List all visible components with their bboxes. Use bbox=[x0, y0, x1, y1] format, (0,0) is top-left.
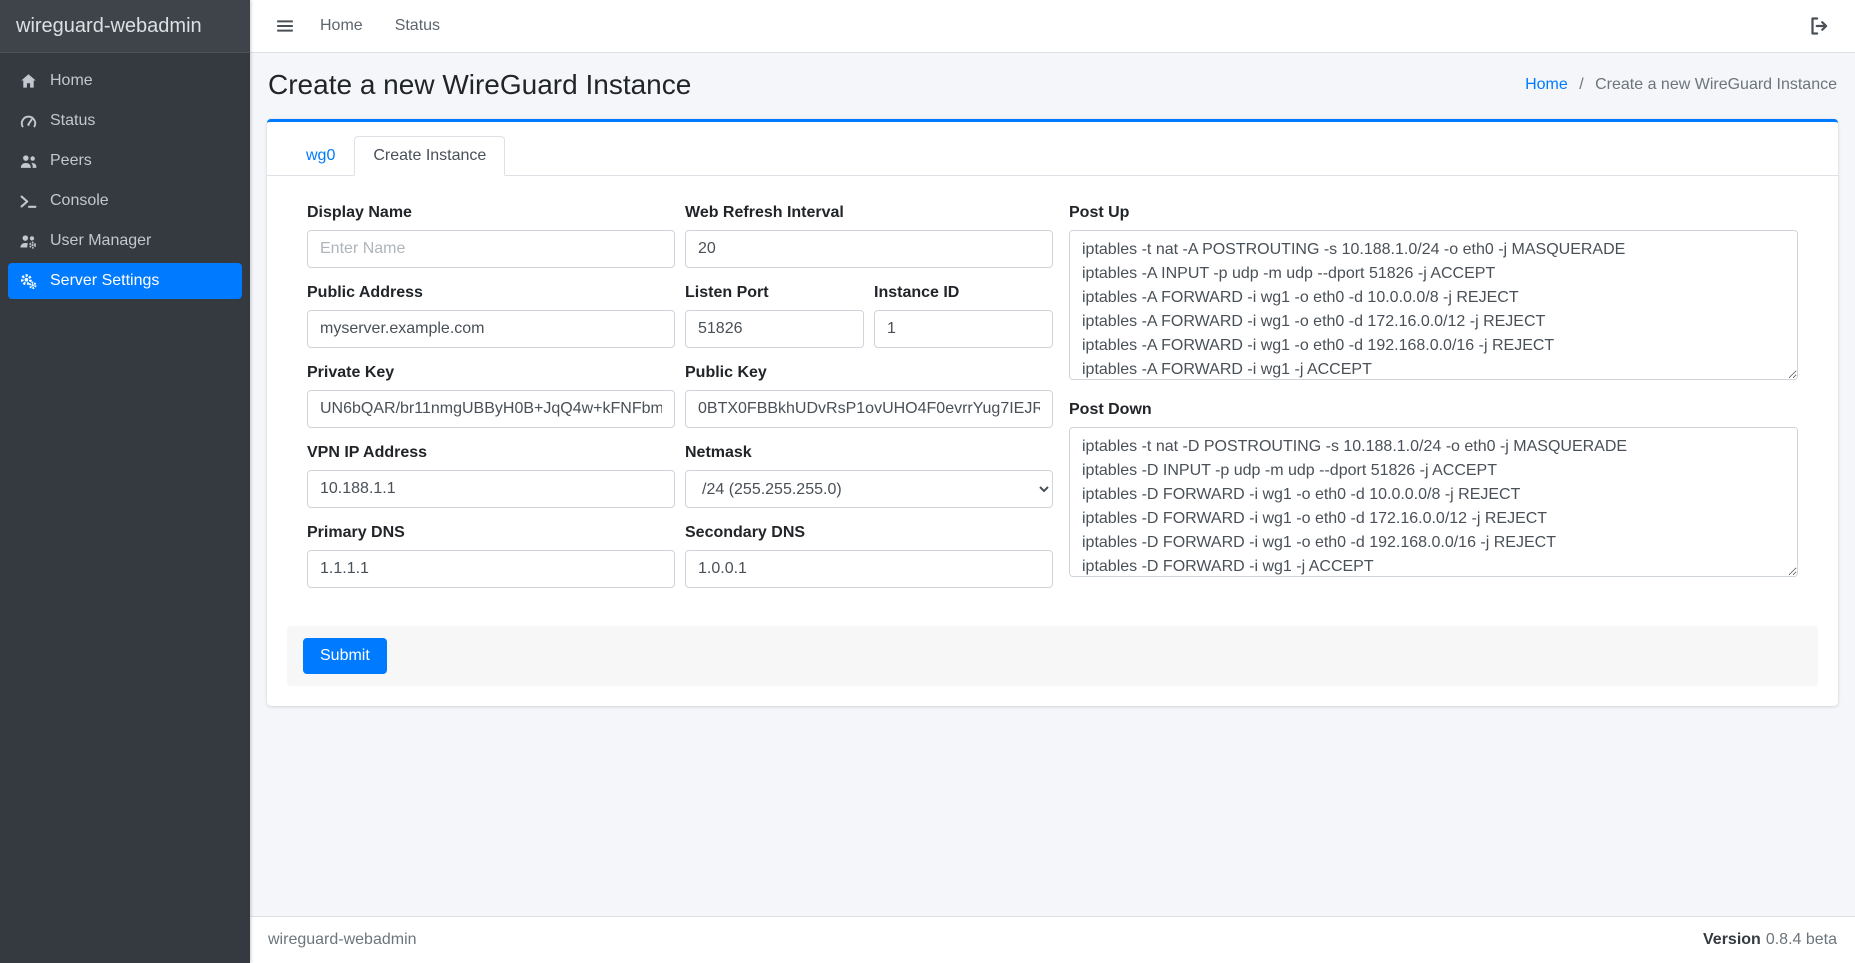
secondary-dns-label: Secondary DNS bbox=[685, 524, 1053, 542]
public-key-label: Public Key bbox=[685, 364, 1053, 382]
top-navbar: Home Status bbox=[250, 0, 1855, 53]
vpn-ip-group: VPN IP Address bbox=[307, 444, 675, 508]
tachometer-icon bbox=[16, 113, 40, 130]
footer-version-label: Version bbox=[1703, 931, 1761, 948]
instance-form: Display Name Web Refresh Interval bbox=[287, 180, 1818, 624]
primary-dns-input[interactable] bbox=[307, 550, 675, 588]
post-up-textarea[interactable]: iptables -t nat -A POSTROUTING -s 10.188… bbox=[1069, 230, 1798, 380]
primary-dns-label: Primary DNS bbox=[307, 524, 675, 542]
public-address-label: Public Address bbox=[307, 284, 675, 302]
port-id-split: Listen Port Instance ID bbox=[685, 284, 1053, 364]
post-down-label: Post Down bbox=[1069, 401, 1798, 419]
sidebar-item-home[interactable]: Home bbox=[8, 63, 242, 99]
sidebar-item-label: User Manager bbox=[50, 232, 151, 250]
listen-port-group: Listen Port bbox=[685, 284, 864, 348]
form-right-column: Post Up iptables -t nat -A POSTROUTING -… bbox=[1069, 204, 1798, 604]
display-name-group: Display Name bbox=[307, 204, 675, 268]
content-header: Create a new WireGuard Instance Home / C… bbox=[250, 53, 1855, 115]
post-down-group: Post Down iptables -t nat -D POSTROUTING… bbox=[1069, 401, 1798, 582]
public-key-group: Public Key bbox=[685, 364, 1053, 428]
sidebar-item-label: Console bbox=[50, 192, 109, 210]
terminal-icon bbox=[16, 193, 40, 210]
web-refresh-interval-label: Web Refresh Interval bbox=[685, 204, 1053, 222]
footer-version: Version 0.8.4 beta bbox=[1703, 931, 1837, 949]
form-footer: Submit bbox=[287, 626, 1818, 686]
instance-tabs: wg0 Create Instance bbox=[267, 122, 1838, 176]
netmask-group: Netmask /24 (255.255.255.0) bbox=[685, 444, 1053, 508]
sidebar-item-user-manager[interactable]: User Manager bbox=[8, 223, 242, 259]
public-address-group: Public Address bbox=[307, 284, 675, 348]
secondary-dns-group: Secondary DNS bbox=[685, 524, 1053, 588]
hamburger-icon bbox=[276, 17, 294, 35]
users-gear-icon bbox=[16, 233, 40, 250]
public-key-input[interactable] bbox=[685, 390, 1053, 428]
private-key-group: Private Key bbox=[307, 364, 675, 428]
sidebar: wireguard-webadmin Home Status Peers bbox=[0, 0, 250, 963]
sidebar-item-peers[interactable]: Peers bbox=[8, 143, 242, 179]
display-name-label: Display Name bbox=[307, 204, 675, 222]
instance-card: wg0 Create Instance Display Name bbox=[267, 119, 1838, 706]
vpn-ip-label: VPN IP Address bbox=[307, 444, 675, 462]
sidebar-item-console[interactable]: Console bbox=[8, 183, 242, 219]
sidebar-item-label: Peers bbox=[50, 152, 92, 170]
web-refresh-interval-input[interactable] bbox=[685, 230, 1053, 268]
sign-out-icon bbox=[1809, 16, 1829, 36]
footer-brand: wireguard-webadmin bbox=[268, 931, 417, 949]
sidebar-item-status[interactable]: Status bbox=[8, 103, 242, 139]
brand-link[interactable]: wireguard-webadmin bbox=[0, 0, 250, 53]
netmask-select[interactable]: /24 (255.255.255.0) bbox=[685, 470, 1053, 508]
topnav-link-status[interactable]: Status bbox=[383, 9, 452, 43]
form-left-columns: Display Name Web Refresh Interval bbox=[307, 204, 1053, 604]
post-up-label: Post Up bbox=[1069, 204, 1798, 222]
page-footer: wireguard-webadmin Version 0.8.4 beta bbox=[250, 916, 1855, 963]
netmask-label: Netmask bbox=[685, 444, 1053, 462]
display-name-input[interactable] bbox=[307, 230, 675, 268]
instance-id-label: Instance ID bbox=[874, 284, 1053, 302]
tab-wg0[interactable]: wg0 bbox=[287, 136, 354, 176]
submit-button[interactable]: Submit bbox=[303, 638, 387, 674]
breadcrumb: Home / Create a new WireGuard Instance bbox=[1525, 76, 1837, 94]
instance-id-input[interactable] bbox=[874, 310, 1053, 348]
listen-port-label: Listen Port bbox=[685, 284, 864, 302]
app-window: wireguard-webadmin Home Status Peers bbox=[0, 0, 1855, 963]
public-address-input[interactable] bbox=[307, 310, 675, 348]
sidebar-item-label: Status bbox=[50, 112, 95, 130]
sidebar-item-server-settings[interactable]: Server Settings bbox=[8, 263, 242, 299]
gears-icon bbox=[16, 273, 40, 290]
content-area: Create a new WireGuard Instance Home / C… bbox=[250, 53, 1855, 916]
footer-version-value: 0.8.4 beta bbox=[1766, 931, 1837, 948]
post-down-textarea[interactable]: iptables -t nat -D POSTROUTING -s 10.188… bbox=[1069, 427, 1798, 577]
breadcrumb-home-link[interactable]: Home bbox=[1525, 76, 1568, 93]
vpn-ip-input[interactable] bbox=[307, 470, 675, 508]
users-icon bbox=[16, 153, 40, 170]
logout-button[interactable] bbox=[1803, 10, 1835, 42]
sidebar-item-label: Server Settings bbox=[50, 272, 159, 290]
main-column: Home Status Create a new WireGuard Insta… bbox=[250, 0, 1855, 963]
secondary-dns-input[interactable] bbox=[685, 550, 1053, 588]
web-refresh-interval-group: Web Refresh Interval bbox=[685, 204, 1053, 268]
sidebar-item-label: Home bbox=[50, 72, 93, 90]
sidebar-nav: Home Status Peers Console bbox=[0, 53, 250, 313]
post-up-group: Post Up iptables -t nat -A POSTROUTING -… bbox=[1069, 204, 1798, 385]
menu-toggle-button[interactable] bbox=[270, 11, 300, 41]
card-body: Display Name Web Refresh Interval bbox=[267, 176, 1838, 706]
instance-id-group: Instance ID bbox=[874, 284, 1053, 348]
breadcrumb-separator: / bbox=[1579, 76, 1583, 93]
tab-create-instance[interactable]: Create Instance bbox=[354, 136, 505, 176]
breadcrumb-current: Create a new WireGuard Instance bbox=[1595, 76, 1837, 93]
private-key-label: Private Key bbox=[307, 364, 675, 382]
topnav-link-home[interactable]: Home bbox=[308, 9, 375, 43]
brand-label: wireguard-webadmin bbox=[16, 15, 202, 38]
listen-port-input[interactable] bbox=[685, 310, 864, 348]
page-title: Create a new WireGuard Instance bbox=[268, 69, 691, 101]
private-key-input[interactable] bbox=[307, 390, 675, 428]
home-icon bbox=[16, 73, 40, 90]
primary-dns-group: Primary DNS bbox=[307, 524, 675, 588]
